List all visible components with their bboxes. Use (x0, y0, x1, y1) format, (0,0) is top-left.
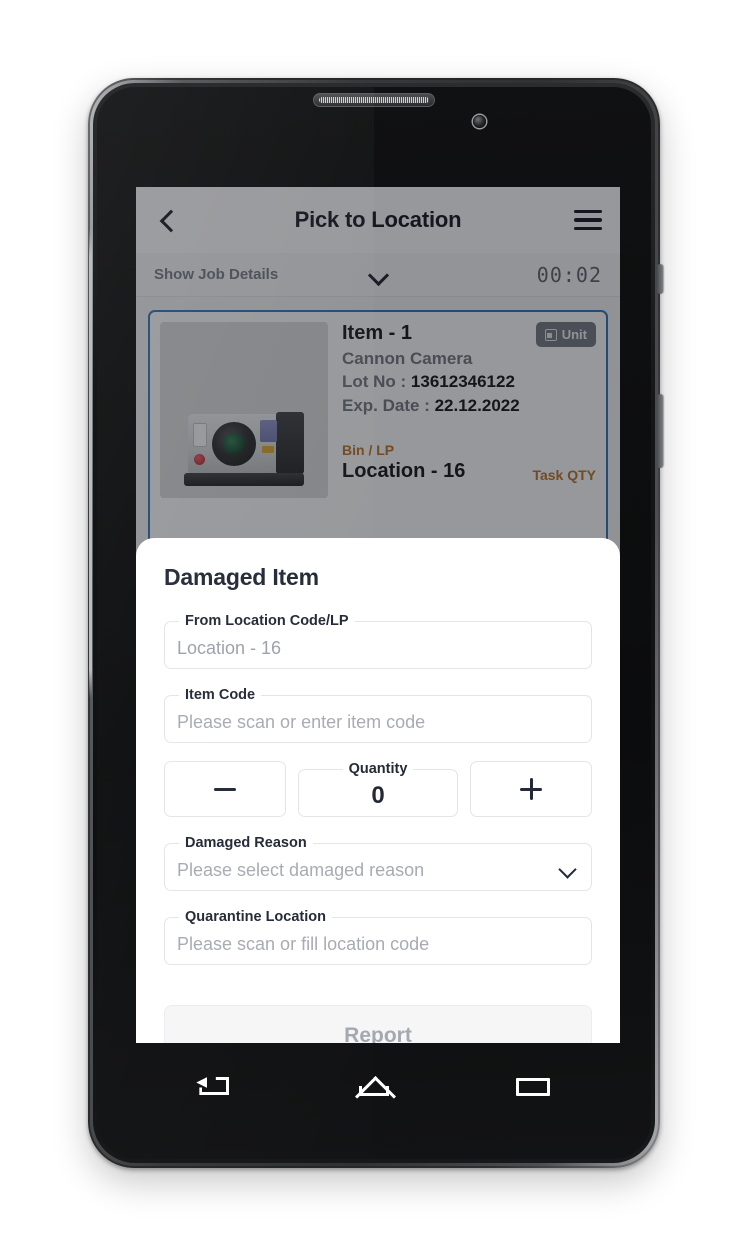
item-code-field[interactable]: Item Code Please scan or enter item code (164, 687, 592, 743)
front-camera-icon (473, 115, 486, 128)
report-button[interactable]: Report (164, 1005, 592, 1043)
quantity-increment-button[interactable] (470, 761, 592, 817)
from-location-field[interactable]: From Location Code/LP Location - 16 (164, 613, 592, 669)
item-code-field-group: Item Code Please scan or enter item code (164, 687, 592, 743)
chevron-down-icon[interactable] (559, 862, 577, 880)
damaged-reason-label: Damaged Reason (185, 835, 307, 851)
volume-rocker-button[interactable] (657, 394, 663, 468)
dialog-title: Damaged Item (164, 564, 319, 590)
from-location-label: From Location Code/LP (185, 613, 349, 629)
power-button[interactable] (657, 264, 663, 294)
quantity-value: 0 (371, 781, 385, 809)
phone-screen: Pick to Location Show Job Details 00:02 (136, 187, 620, 1043)
screenshot-canvas: Pick to Location Show Job Details 00:02 (0, 0, 749, 1236)
damaged-reason-placeholder: Please select damaged reason (177, 859, 425, 880)
quarantine-location-placeholder: Please scan or fill location code (177, 933, 430, 954)
back-arrow-icon[interactable] (192, 1069, 238, 1103)
quantity-label: Quantity (348, 761, 408, 777)
damaged-reason-field-group: Damaged Reason Please select damaged rea… (164, 835, 592, 891)
quantity-value-field[interactable]: Quantity 0 (298, 761, 458, 817)
quantity-decrement-button[interactable] (164, 761, 286, 817)
from-location-value: Location - 16 (177, 637, 282, 658)
home-icon[interactable] (351, 1069, 397, 1103)
quarantine-location-field-group: Quarantine Location Please scan or fill … (164, 909, 592, 965)
plus-icon (518, 776, 544, 802)
item-code-placeholder: Please scan or enter item code (177, 711, 426, 732)
earpiece-speaker (313, 93, 435, 107)
quarantine-location-label: Quarantine Location (185, 909, 326, 925)
damaged-reason-select[interactable]: Damaged Reason Please select damaged rea… (164, 835, 592, 891)
android-navigation-bar (136, 1043, 612, 1129)
from-location-field-group: From Location Code/LP Location - 16 (164, 613, 592, 669)
phone-glass: Pick to Location Show Job Details 00:02 (97, 87, 651, 1159)
phone-left-seam (89, 228, 92, 698)
recents-icon[interactable] (510, 1069, 556, 1103)
damaged-item-dialog: Damaged Item From Location Code/LP Locat… (136, 538, 620, 1043)
quarantine-location-field[interactable]: Quarantine Location Please scan or fill … (164, 909, 592, 965)
quantity-stepper: Quantity 0 (164, 761, 592, 817)
minus-icon (212, 776, 238, 802)
phone-device: Pick to Location Show Job Details 00:02 (88, 78, 663, 1168)
item-code-label: Item Code (185, 687, 256, 703)
